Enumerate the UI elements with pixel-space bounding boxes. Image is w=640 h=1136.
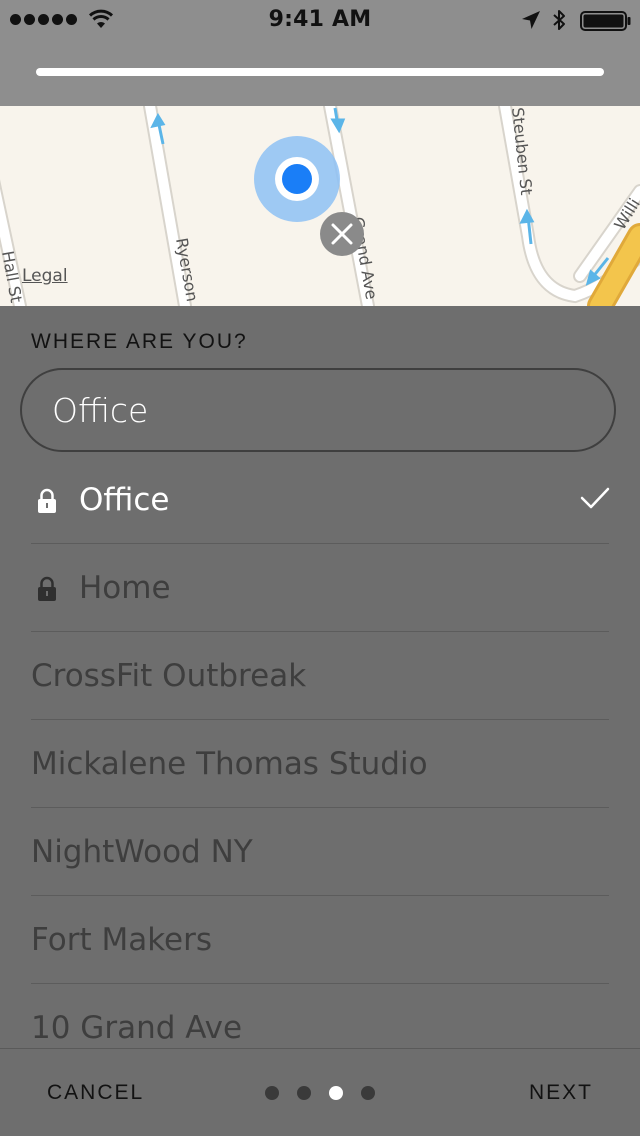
cancel-button[interactable]: CANCEL xyxy=(47,1081,144,1105)
list-item[interactable]: CrossFit Outbreak xyxy=(0,632,640,720)
progress-fill xyxy=(36,68,604,76)
list-item-office[interactable]: Office xyxy=(0,456,640,544)
legal-link[interactable]: Legal xyxy=(22,266,68,286)
top-bar xyxy=(0,40,640,106)
location-label: Mickalene Thomas Studio xyxy=(31,746,428,782)
page-dot xyxy=(361,1086,375,1100)
location-label: NightWood NY xyxy=(31,834,253,870)
location-label: Office xyxy=(79,482,170,518)
status-time: 9:41 AM xyxy=(268,7,372,32)
clear-location-icon[interactable] xyxy=(319,211,365,257)
bottom-bar: CANCEL NEXT xyxy=(0,1048,640,1136)
list-item[interactable]: 10 Grand Ave xyxy=(0,984,640,1048)
next-button[interactable]: NEXT xyxy=(529,1081,593,1105)
battery-icon xyxy=(580,11,631,31)
list-item-home[interactable]: Home xyxy=(0,544,640,632)
list-item[interactable]: Fort Makers xyxy=(0,896,640,984)
bluetooth-icon xyxy=(553,10,565,30)
location-search-input[interactable] xyxy=(52,388,572,432)
location-search-field[interactable] xyxy=(20,368,616,452)
location-sheet: WHERE ARE YOU? Office Home xyxy=(0,306,640,1048)
location-label: Fort Makers xyxy=(31,922,213,958)
progress-bar xyxy=(36,68,604,76)
lock-icon xyxy=(38,576,56,601)
lock-icon xyxy=(38,488,56,513)
list-item[interactable]: Mickalene Thomas Studio xyxy=(0,720,640,808)
page-dot-current xyxy=(329,1086,343,1100)
user-location-marker xyxy=(254,136,340,222)
map-canvas: Hall St Ryerson Grand Ave Steuben St Wil… xyxy=(0,106,640,306)
page-dot xyxy=(297,1086,311,1100)
page-indicator xyxy=(265,1086,375,1100)
checkmark-icon xyxy=(580,487,610,509)
location-label: CrossFit Outbreak xyxy=(31,658,307,694)
map-view[interactable]: Hall St Ryerson Grand Ave Steuben St Wil… xyxy=(0,106,640,306)
location-arrow-icon xyxy=(522,11,540,29)
status-bar: 9:41 AM xyxy=(0,0,640,40)
sheet-title: WHERE ARE YOU? xyxy=(31,330,248,353)
list-item[interactable]: NightWood NY xyxy=(0,808,640,896)
page-dot xyxy=(265,1086,279,1100)
location-label: 10 Grand Ave xyxy=(31,1010,243,1046)
location-label: Home xyxy=(79,570,171,606)
location-list: Office Home CrossFit Outbreak Mickalene … xyxy=(0,456,640,1048)
